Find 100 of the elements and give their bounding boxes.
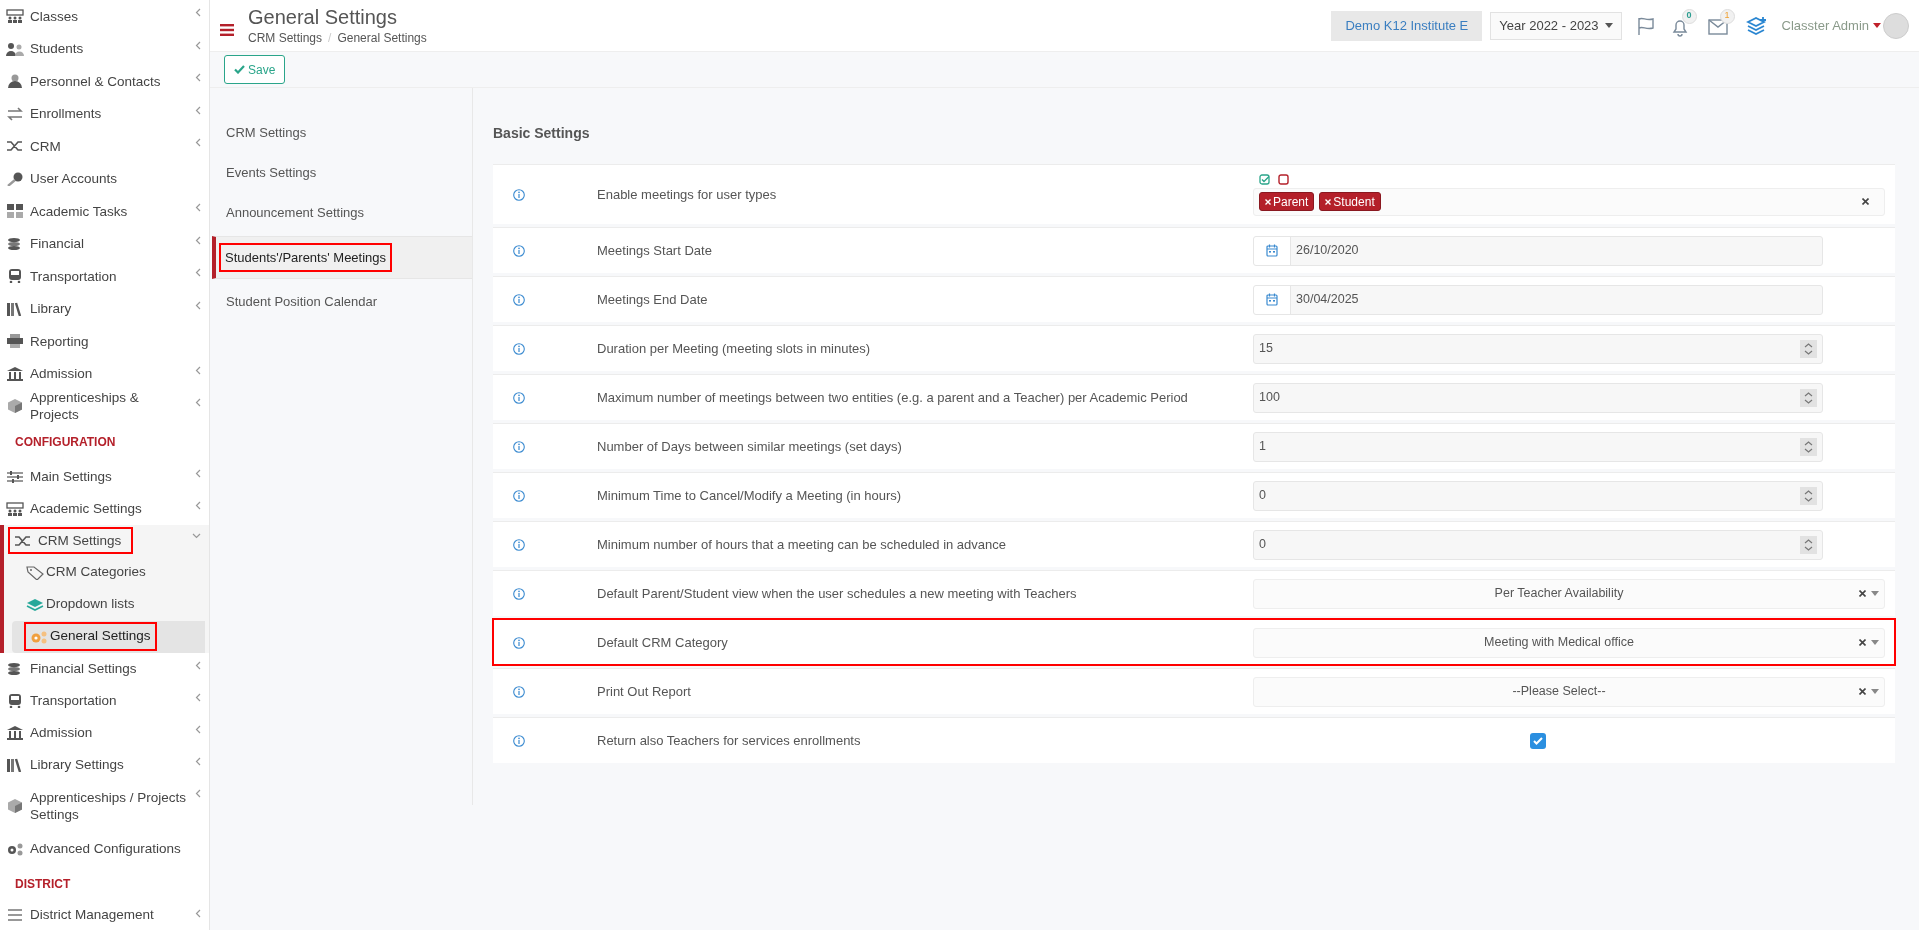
select-field[interactable]: Per Teacher Availability xyxy=(1253,578,1885,609)
info-icon[interactable] xyxy=(513,489,525,502)
building-icon xyxy=(6,725,24,740)
menu-icon[interactable] xyxy=(220,23,234,36)
select-all-icon[interactable] xyxy=(1259,173,1270,185)
chevron-icon xyxy=(195,756,201,766)
info-icon[interactable] xyxy=(513,734,525,747)
info-icon[interactable] xyxy=(513,587,525,600)
sidebar-item[interactable]: Apprenticeships & Projects xyxy=(0,390,209,423)
sidebar-item[interactable]: CRM xyxy=(0,130,209,163)
flag-icon[interactable] xyxy=(1635,15,1656,36)
institute-button[interactable]: Demo K12 Institute E xyxy=(1331,10,1483,41)
info-icon[interactable] xyxy=(513,391,525,404)
chevron-icon xyxy=(195,500,201,510)
tag-chip[interactable]: Student xyxy=(1319,192,1381,211)
sidebar-item[interactable]: Students xyxy=(0,32,209,65)
bus-icon xyxy=(6,693,24,708)
sidebar-item[interactable]: Academic Tasks xyxy=(0,195,209,228)
sidebar-item[interactable]: CRM Settings xyxy=(4,524,209,557)
remove-icon[interactable] xyxy=(1265,198,1271,205)
sidebar-label: Personnel & Contacts xyxy=(30,72,161,90)
sidebar-item[interactable]: Library Settings xyxy=(0,748,209,781)
chevron-icon xyxy=(195,105,201,115)
sidebar-item[interactable]: Enrollments xyxy=(0,97,209,130)
notification-count-badge: 0 xyxy=(1681,8,1697,24)
chevron-icon xyxy=(195,40,201,50)
sidebar-item[interactable]: Library xyxy=(0,292,209,325)
date-field[interactable]: 30/04/2025 xyxy=(1253,284,1823,315)
caret-icon[interactable] xyxy=(1871,591,1879,596)
sidebar-item[interactable]: Transportation xyxy=(0,260,209,293)
clear-icon[interactable] xyxy=(1859,590,1866,597)
number-field[interactable]: 15 xyxy=(1253,333,1823,364)
sidebar-label: User Accounts xyxy=(30,170,118,188)
settings-nav-item[interactable]: Students'/Parents' Meetings xyxy=(212,236,472,279)
layers-plus-icon[interactable] xyxy=(1745,15,1768,36)
person-icon xyxy=(6,74,24,89)
sidebar-item[interactable]: Personnel & Contacts xyxy=(0,65,209,98)
sidebar-subitem[interactable]: CRM Categories xyxy=(12,556,205,589)
stepper-icon[interactable] xyxy=(1800,535,1817,554)
number-field[interactable]: 0 xyxy=(1253,480,1823,511)
tag-field[interactable]: Parent Student xyxy=(1253,187,1885,216)
sidebar-item[interactable]: Classes xyxy=(0,0,209,33)
info-icon[interactable] xyxy=(513,636,525,649)
sidebar-subitem[interactable]: Dropdown lists xyxy=(12,588,205,621)
info-icon[interactable] xyxy=(513,538,525,551)
sidebar-item[interactable]: Main Settings xyxy=(0,460,209,493)
setting-label: Default Parent/Student view when the user schedules a new meeting with Teachers xyxy=(597,584,1078,603)
select-field[interactable]: Meeting with Medical office xyxy=(1253,627,1885,658)
sidebar-item[interactable]: Admission xyxy=(0,716,209,749)
sidebar-item[interactable]: Reporting xyxy=(0,325,209,358)
layers-icon xyxy=(26,597,44,612)
sidebar-item[interactable]: User Accounts xyxy=(0,162,209,195)
tag-chip[interactable]: Parent xyxy=(1259,192,1315,211)
calendar-icon[interactable] xyxy=(1266,244,1278,257)
sidebar-item[interactable]: Financial Settings xyxy=(0,652,209,685)
settings-nav-item[interactable]: CRM Settings xyxy=(212,113,472,153)
chalkboard-icon xyxy=(6,501,24,516)
year-dropdown[interactable]: Year 2022 - 2023 xyxy=(1490,11,1622,40)
messages-icon[interactable] xyxy=(1707,18,1728,35)
info-icon[interactable] xyxy=(513,188,525,201)
breadcrumb-link[interactable]: CRM Settings xyxy=(248,28,323,47)
stepper-icon[interactable] xyxy=(1800,388,1817,407)
remove-icon[interactable] xyxy=(1325,198,1332,205)
setting-label: Meetings End Date xyxy=(597,290,709,309)
settings-nav-item[interactable]: Student Position Calendar xyxy=(212,282,472,322)
sidebar-item[interactable]: Transportation xyxy=(0,684,209,717)
sidebar-item[interactable]: Admission xyxy=(0,357,209,390)
info-icon[interactable] xyxy=(513,342,525,355)
number-field[interactable]: 0 xyxy=(1253,529,1823,560)
info-icon[interactable] xyxy=(513,440,525,453)
stepper-icon[interactable] xyxy=(1800,437,1817,456)
settings-nav-item[interactable]: Events Settings xyxy=(212,153,472,193)
sidebar-subitem[interactable]: General Settings xyxy=(12,620,205,653)
sidebar-item[interactable]: Financial xyxy=(0,227,209,260)
setting-label: Number of Days between similar meetings (set days) xyxy=(597,437,903,456)
sidebar-item[interactable]: Advanced Configurations xyxy=(0,830,209,867)
info-icon[interactable] xyxy=(513,293,525,306)
sidebar-item[interactable]: Apprenticeships / Projects Settings xyxy=(0,780,209,831)
info-icon[interactable] xyxy=(513,244,525,257)
select-field[interactable]: --Please Select-- xyxy=(1253,676,1885,707)
sidebar-label: Academic Tasks xyxy=(30,202,128,220)
number-field[interactable]: 1 xyxy=(1253,431,1823,462)
number-field[interactable]: 100 xyxy=(1253,382,1823,413)
clear-icon[interactable] xyxy=(1859,639,1866,646)
caret-icon[interactable] xyxy=(1871,640,1879,645)
date-field[interactable]: 26/10/2020 xyxy=(1253,235,1823,266)
caret-icon[interactable] xyxy=(1871,689,1879,694)
stepper-icon[interactable] xyxy=(1800,339,1817,358)
sidebar-item[interactable]: District Management xyxy=(0,900,209,929)
info-icon[interactable] xyxy=(513,685,525,698)
sidebar-label: Academic Settings xyxy=(30,500,142,517)
settings-nav-item[interactable]: Announcement Settings xyxy=(212,193,472,233)
clear-icon[interactable] xyxy=(1859,688,1866,695)
clear-icon[interactable] xyxy=(1862,198,1869,205)
chevron-icon xyxy=(195,73,201,82)
sidebar-item[interactable]: Academic Settings xyxy=(0,492,209,525)
checkbox[interactable] xyxy=(1530,732,1546,749)
deselect-all-icon[interactable] xyxy=(1278,173,1289,185)
calendar-icon[interactable] xyxy=(1266,293,1278,306)
stepper-icon[interactable] xyxy=(1800,486,1817,505)
